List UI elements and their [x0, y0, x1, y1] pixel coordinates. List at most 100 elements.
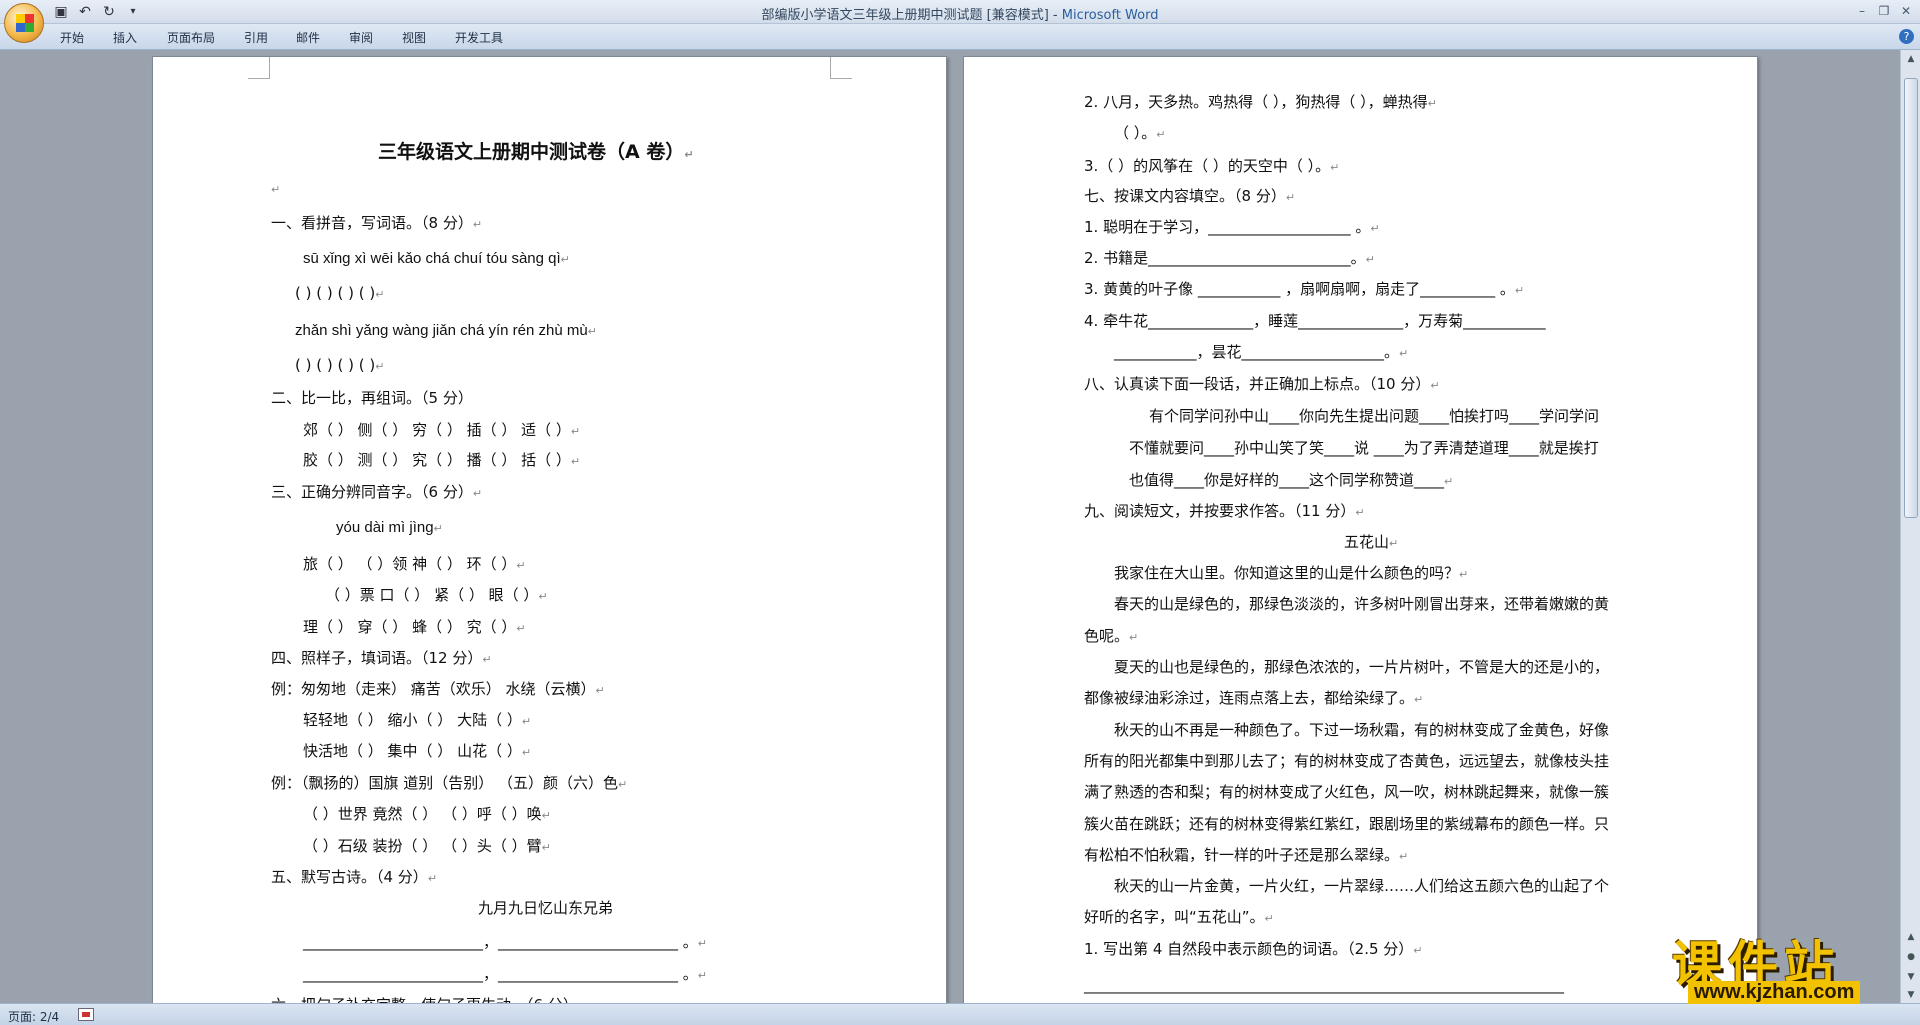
line-text: 秋天的山一片金黄，一片火红，一片翠绿……人们给这五颜六色的山起了个 — [1114, 877, 1610, 895]
document-line[interactable]: 旅（ ） （ ）领 神（ ） 环（ ）↵ — [303, 553, 526, 574]
previous-page-icon[interactable]: ▲ — [1904, 930, 1918, 944]
line-text: 都像被绿油彩涂过，连雨点落上去，都给染绿了。 — [1084, 689, 1415, 707]
document-line[interactable]: ↵ — [271, 179, 280, 197]
scroll-down-icon[interactable]: ▼ — [1904, 988, 1918, 1002]
paragraph-mark-icon: ↵ — [1444, 475, 1454, 488]
document-line[interactable]: 色呢。↵ — [1084, 625, 1138, 646]
document-line[interactable]: sū xǐng xì wēi kǎo chá chuí tóu sàng qì↵ — [303, 250, 570, 267]
tab-developer[interactable]: 开发工具 — [455, 29, 503, 46]
tab-insert[interactable]: 插入 — [113, 29, 137, 46]
line-text: 郊（ ） 侧（ ） 穷（ ） 插（ ） 适（ ） — [303, 421, 571, 439]
document-line[interactable]: ________________________，_______________… — [303, 931, 707, 952]
document-line[interactable]: （ ）石级 装扮（ ） （ ）头（ ）臂↵ — [303, 835, 551, 856]
document-line[interactable]: 1. 聪明在于学习，___________________ 。↵ — [1084, 216, 1380, 237]
document-line[interactable]: （ ）票 口（ ） 紧（ ） 眼（ ）↵ — [325, 584, 548, 605]
document-line[interactable]: 理（ ） 穿（ ） 蜂（ ） 究（ ）↵ — [303, 616, 526, 637]
document-line[interactable]: 2. 八月，天多热。鸡热得（ ），狗热得（ ），蝉热得↵ — [1084, 91, 1437, 112]
document-line[interactable]: 4. 牵牛花______________，睡莲______________，万寿… — [1084, 310, 1546, 331]
line-text: zhǎn shì yǎng wàng jiǎn chá yín rén zhù … — [295, 322, 588, 339]
document-line[interactable]: 1. 写出第 4 自然段中表示颜色的词语。（2.5 分）↵ — [1084, 938, 1423, 959]
line-text: 轻轻地（ ） 缩小（ ） 大陆（ ） — [303, 711, 522, 729]
document-line[interactable]: 我家住在大山里。你知道这里的山是什么颜色的吗？↵ — [1114, 562, 1468, 583]
line-text: 春天的山是绿色的，那绿色淡淡的，许多树叶刚冒出芽来，还带着嫩嫩的黄 — [1114, 595, 1610, 613]
maximize-icon[interactable]: ❐ — [1874, 2, 1894, 20]
document-line[interactable]: 九、阅读短文，并按要求作答。（11 分）↵ — [1084, 500, 1365, 521]
line-text: 九月九日忆山东兄弟 — [478, 899, 614, 917]
document-line[interactable]: ________________________，_______________… — [303, 963, 707, 984]
line-text: ( ) ( ) ( ) ( ) — [295, 356, 376, 374]
minimize-icon[interactable]: – — [1852, 2, 1872, 20]
document-line[interactable]: 一、看拼音，写词语。（8 分）↵ — [271, 212, 482, 233]
tab-review[interactable]: 审阅 — [349, 29, 373, 46]
scroll-thumb[interactable] — [1904, 78, 1918, 518]
tab-view[interactable]: 视图 — [402, 29, 426, 46]
title-separator: - — [1048, 8, 1062, 23]
document-line[interactable]: 不懂就要问____孙中山笑了笑____说 ____为了弄清楚道理____就是挨打 — [1129, 437, 1599, 458]
document-line[interactable]: 五、默写古诗。（4 分）↵ — [271, 866, 437, 887]
next-page-icon[interactable]: ▼ — [1904, 970, 1918, 984]
line-text: 有个同学问孙中山____你向先生提出问题____怕挨打吗____学问学问 — [1149, 407, 1600, 425]
help-icon[interactable]: ? — [1899, 29, 1914, 44]
line-text: 二、比一比，再组词。（5 分） — [271, 389, 473, 407]
document-line[interactable]: 所有的阳光都集中到那儿去了；有的树林变成了杏黄色，远远望去，就像枝头挂 — [1084, 750, 1609, 771]
document-line[interactable]: 夏天的山也是绿色的，那绿色浓浓的，一片片树叶，不管是大的还是小的， — [1114, 656, 1609, 677]
document-line[interactable]: 有个同学问孙中山____你向先生提出问题____怕挨打吗____学问学问 — [1149, 405, 1599, 426]
document-line[interactable]: 春天的山是绿色的，那绿色淡淡的，许多树叶刚冒出芽来，还带着嫩嫩的黄 — [1114, 593, 1609, 614]
document-line[interactable]: zhǎn shì yǎng wàng jiǎn chá yín rén zhù … — [295, 322, 597, 339]
line-text: 3. 黄黄的叶子像 ___________ ，扇啊扇啊，扇走了_________… — [1084, 280, 1515, 298]
document-line[interactable]: 也值得____你是好样的____这个同学称赞道____↵ — [1129, 469, 1453, 490]
line-text: 五花山 — [1344, 533, 1390, 551]
proofing-icon[interactable] — [78, 1008, 94, 1021]
document-line[interactable]: 簇火苗在跳跃；还有的树林变得紫红紫红，跟剧场里的紫绒幕布的颜色一样。只 — [1084, 813, 1609, 834]
document-line[interactable]: 秋天的山不再是一种颜色了。下过一场秋霜，有的树林变成了金黄色，好像 — [1114, 719, 1609, 740]
document-line[interactable]: 三年级语文上册期中测试卷（A 卷）↵ — [378, 137, 694, 164]
close-icon[interactable]: ✕ — [1896, 2, 1916, 20]
document-line[interactable]: 快活地（ ） 集中（ ） 山花（ ）↵ — [303, 740, 531, 761]
tab-home[interactable]: 开始 — [60, 29, 84, 46]
office-button[interactable] — [4, 3, 44, 43]
document-line[interactable]: 例：（飘扬的）国旗 道别（告别） （五）颜（六）色↵ — [271, 772, 627, 793]
document-line[interactable]: 2. 书籍是___________________________。↵ — [1084, 247, 1375, 268]
tab-references[interactable]: 引用 — [244, 29, 268, 46]
document-line[interactable]: 五花山↵ — [1344, 531, 1398, 552]
line-text: 色呢。 — [1084, 627, 1130, 645]
paragraph-mark-icon: ↵ — [1514, 284, 1525, 297]
paragraph-mark-icon: ↵ — [1389, 537, 1399, 550]
document-line[interactable]: ( ) ( ) ( ) ( )↵ — [295, 356, 384, 374]
tab-page-layout[interactable]: 页面布局 — [167, 29, 215, 46]
document-line[interactable]: 有松柏不怕秋霜，针一样的叶子还是那么翠绿。↵ — [1084, 844, 1408, 865]
line-text: 秋天的山不再是一种颜色了。下过一场秋霜，有的树林变成了金黄色，好像 — [1114, 721, 1610, 739]
line-text: 一、看拼音，写词语。（8 分） — [271, 214, 473, 232]
tab-mailings[interactable]: 邮件 — [296, 29, 320, 46]
document-line[interactable]: 七、按课文内容填空。（8 分）↵ — [1084, 185, 1295, 206]
document-line[interactable]: ( ) ( ) ( ) ( )↵ — [295, 284, 384, 302]
document-line[interactable]: ________________________________________… — [1084, 976, 1564, 994]
document-line[interactable]: 满了熟透的杏和梨；有的树林变成了火红色，风一吹，树林跳起舞来，就像一簇 — [1084, 781, 1609, 802]
document-line[interactable]: 例：匆匆地（走来） 痛苦（欢乐） 水绕（云横）↵ — [271, 678, 605, 699]
document-line[interactable]: ___________，昙花___________________。↵ — [1114, 341, 1408, 362]
document-line[interactable]: 八、认真读下面一段话，并正确加上标点。（10 分）↵ — [1084, 373, 1440, 394]
document-line[interactable]: 六、把句子补充完整，使句子更生动。（6 分）↵ — [271, 994, 587, 1003]
document-line[interactable]: 郊（ ） 侧（ ） 穷（ ） 插（ ） 适（ ）↵ — [303, 419, 580, 440]
document-page-right[interactable]: 2. 八月，天多热。鸡热得（ ），狗热得（ ），蝉热得↵ （ ）。↵ 3.（ ）的风… — [963, 56, 1758, 1003]
page-count[interactable]: 页面: 2/4 — [8, 1008, 59, 1025]
document-line[interactable]: 胶（ ） 测（ ） 究（ ） 播（ ） 括（ ）↵ — [303, 449, 580, 470]
document-line[interactable]: 二、比一比，再组词。（5 分） — [271, 387, 473, 408]
document-line[interactable]: 轻轻地（ ） 缩小（ ） 大陆（ ）↵ — [303, 709, 531, 730]
vertical-scrollbar[interactable]: ▲ ▲ ● ▼ ▼ — [1900, 50, 1920, 1003]
document-line[interactable]: 九月九日忆山东兄弟 — [478, 897, 613, 918]
document-line[interactable]: yóu dài mì jìng↵ — [336, 519, 443, 536]
paragraph-mark-icon: ↵ — [1285, 191, 1296, 204]
document-line[interactable]: 3.（ ）的风筝在（ ）的天空中（ ）。↵ — [1084, 155, 1339, 176]
scroll-up-icon[interactable]: ▲ — [1904, 52, 1918, 66]
document-line[interactable]: 秋天的山一片金黄，一片火红，一片翠绿……人们给这五颜六色的山起了个 — [1114, 875, 1609, 896]
document-line[interactable]: 三、正确分辨同音字。（6 分）↵ — [271, 481, 482, 502]
document-line[interactable]: （ ）。↵ — [1114, 122, 1166, 143]
browse-object-icon[interactable]: ● — [1904, 950, 1918, 964]
document-page-left[interactable]: 三年级语文上册期中测试卷（A 卷）↵ ↵ 一、看拼音，写词语。（8 分）↵ sū xǐ… — [152, 56, 947, 1003]
document-line[interactable]: （ ）世界 竟然（ ） （ ）呼（ ）唤↵ — [303, 803, 551, 824]
document-line[interactable]: 3. 黄黄的叶子像 ___________ ，扇啊扇啊，扇走了_________… — [1084, 278, 1524, 299]
document-line[interactable]: 都像被绿油彩涂过，连雨点落上去，都给染绿了。↵ — [1084, 687, 1423, 708]
document-line[interactable]: 四、照样子，填词语。（12 分）↵ — [271, 647, 492, 668]
document-line[interactable]: 好听的名字，叫“五花山”。↵ — [1084, 906, 1274, 927]
